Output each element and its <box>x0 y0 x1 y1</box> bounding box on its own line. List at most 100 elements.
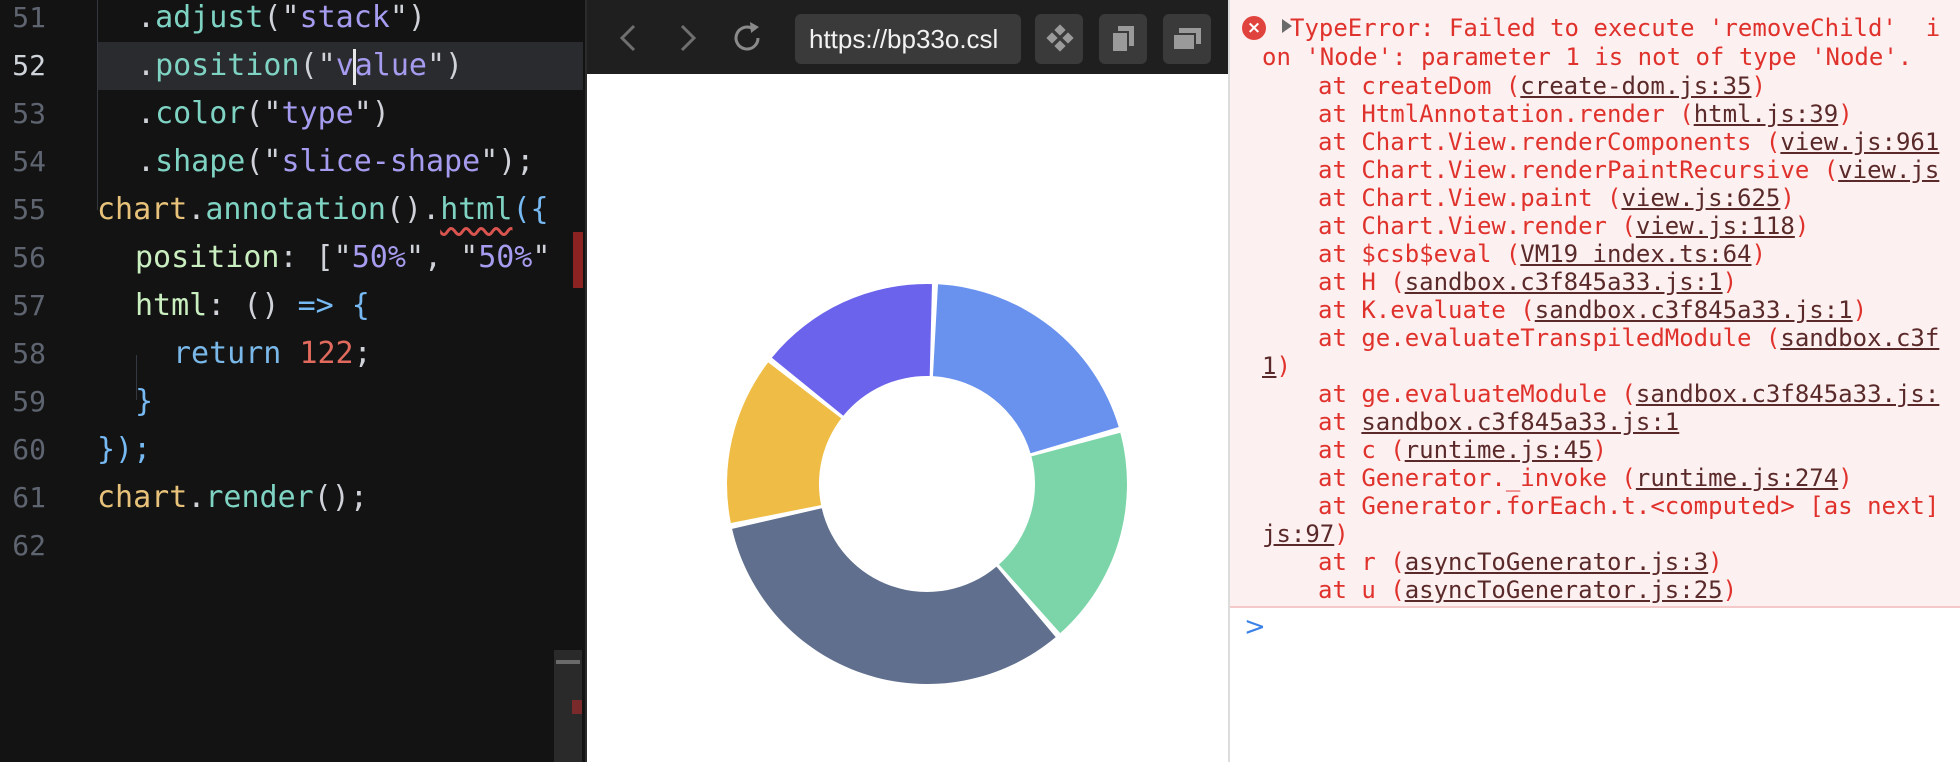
line-number: 52 <box>12 49 46 82</box>
stack-frame-text: ) <box>1708 548 1723 576</box>
code-token: 50% <box>478 240 533 275</box>
codesandbox-button[interactable] <box>1035 14 1083 64</box>
stack-frame-link[interactable]: sandbox.c3f845a33.js:1 <box>1361 408 1679 436</box>
console-panel: × TypeError: Failed to execute 'removeCh… <box>1228 0 1960 762</box>
code-token: " <box>532 240 551 275</box>
stack-frame-text: at <box>1318 408 1362 436</box>
back-button[interactable] <box>609 18 649 58</box>
code-token: . <box>137 48 156 83</box>
code-token: stack <box>299 0 390 35</box>
scrollbar-thumb[interactable] <box>556 660 580 664</box>
stack-frame: 1) <box>1262 352 1291 380</box>
stack-frame-link[interactable]: asyncToGenerator.js:25 <box>1405 576 1723 604</box>
donut-slice[interactable] <box>732 508 1056 684</box>
code-token: shape <box>155 144 246 179</box>
new-window-button[interactable] <box>1163 14 1211 64</box>
code-editor[interactable]: 51 52 53 54 55 56 57 58 59 60 61 62 .adjust("stack"… <box>0 0 585 762</box>
stack-frame: at H (sandbox.c3f845a33.js:1) <box>1318 268 1737 296</box>
stack-frame-link[interactable]: sandbox.c3f845a33.js:1 <box>1405 268 1723 296</box>
stack-frame-text: at Chart.View.render ( <box>1318 212 1636 240</box>
reload-button[interactable] <box>727 18 767 58</box>
stack-frame-link[interactable]: runtime.js:45 <box>1405 436 1593 464</box>
stack-frame-text: ) <box>1276 352 1291 380</box>
scrollbar-error-mark <box>572 700 582 714</box>
stack-frame: at Chart.View.renderComponents (view.js:… <box>1318 128 1939 156</box>
line-number: 59 <box>12 385 46 418</box>
address-bar[interactable]: https://bp33o.csl <box>795 14 1021 64</box>
stack-frame: at Chart.View.render (view.js:118) <box>1318 212 1809 240</box>
code-line-56[interactable]: position: ["50%", "50%" <box>135 234 550 282</box>
code-line-51[interactable]: .adjust("stack") <box>137 0 426 42</box>
code-token: ", " <box>405 240 479 275</box>
stack-frame-link[interactable]: sandbox.c3f845a33.js: <box>1636 380 1939 408</box>
stack-frame: at $csb$eval (VM19 index.ts:64) <box>1318 240 1766 268</box>
code-token: v <box>335 48 354 83</box>
stack-frame-text: ) <box>1794 212 1810 240</box>
stack-frame-link[interactable]: js:97 <box>1262 520 1334 548</box>
code-line-60[interactable]: }); <box>97 426 151 474</box>
code-line-53[interactable]: .color("type") <box>137 90 390 138</box>
code-token: color <box>155 96 246 131</box>
error-line-marker <box>573 232 583 288</box>
code-line-59[interactable]: } <box>135 378 153 426</box>
stack-frame: at u (asyncToGenerator.js:25) <box>1318 576 1737 604</box>
stack-frame-text: at HtmlAnnotation.render ( <box>1318 100 1694 128</box>
stack-frame-link[interactable]: view.js:118 <box>1636 212 1795 240</box>
code-token: ({ <box>512 192 549 227</box>
preview-browser: https://bp33o.csl <box>585 0 1230 762</box>
code-token: 50% <box>351 240 406 275</box>
stack-frame-link[interactable]: 1 <box>1262 352 1276 380</box>
stack-frame-link[interactable]: html.js:39 <box>1694 100 1839 128</box>
code-token: ") <box>427 48 464 83</box>
line-number-gutter: 51 52 53 54 55 56 57 58 59 60 61 62 <box>0 0 85 762</box>
code-token: (" <box>263 0 300 35</box>
stack-frame-text: ) <box>1751 72 1766 100</box>
stack-frame-text: at Chart.View.paint ( <box>1318 184 1622 212</box>
stack-frame: at Chart.View.paint (view.js:625) <box>1318 184 1795 212</box>
stack-frame-text: at ge.evaluateTranspiledModule ( <box>1318 324 1781 352</box>
stack-frame-link[interactable]: runtime.js:274 <box>1636 464 1838 492</box>
error-text-span: on 'Node': parameter 1 is not of type 'N… <box>1262 43 1913 71</box>
code-token: render <box>205 480 314 515</box>
code-token: }); <box>97 432 152 467</box>
stack-frame-link[interactable]: view.js:625 <box>1621 184 1780 212</box>
code-line-61[interactable]: chart.render(); <box>97 474 368 522</box>
code-line-54[interactable]: .shape("slice-shape"); <box>137 138 534 186</box>
stack-frame-link[interactable]: asyncToGenerator.js:3 <box>1405 548 1708 576</box>
stack-frame-link[interactable]: VM19 index.ts:64 <box>1520 240 1751 268</box>
chevron-left-icon <box>619 24 636 52</box>
stack-frame-link[interactable]: sandbox.c3f845a33.js:1 <box>1535 296 1853 324</box>
code-token: (" <box>245 144 282 179</box>
stack-frame-link[interactable]: view.js <box>1838 156 1939 184</box>
chart-canvas <box>587 74 1230 762</box>
stack-frame-link[interactable]: sandbox.c3f <box>1780 324 1939 352</box>
code-line-58[interactable]: return 122; <box>173 330 372 378</box>
code-token: chart <box>97 192 188 227</box>
code-line-52[interactable]: .position("value") <box>137 42 463 90</box>
stack-frame: at r (asyncToGenerator.js:3) <box>1318 548 1723 576</box>
forward-button[interactable] <box>667 18 707 58</box>
browser-toolbar: https://bp33o.csl <box>587 0 1230 74</box>
error-text: TypeError: Failed to execute 'removeChil… <box>1290 14 1940 42</box>
stack-frame-text: at c ( <box>1318 436 1405 464</box>
stack-frame-text: ) <box>1838 100 1853 128</box>
console-prompt[interactable]: > <box>1244 612 1266 642</box>
stack-frame-text: at Chart.View.renderComponents ( <box>1318 128 1781 156</box>
code-token: : [" <box>279 240 352 275</box>
code-token: (" <box>245 96 282 131</box>
stack-frame-link[interactable]: view.js:961 <box>1780 128 1939 156</box>
code-token: "); <box>480 144 535 179</box>
stack-frame: js:97) <box>1262 520 1349 548</box>
window-icon <box>1172 28 1201 51</box>
code-token: slice-shape <box>281 144 481 179</box>
code-line-57[interactable]: html: () => { <box>135 282 370 330</box>
stack-frame-text: at Generator.forEach.t.<computed> [as ne… <box>1318 492 1954 520</box>
error-text: on 'Node': parameter 1 is not of type 'N… <box>1262 43 1912 71</box>
stack-frame-text: at Chart.View.renderPaintRecursive ( <box>1318 156 1839 184</box>
copy-button[interactable] <box>1099 14 1147 64</box>
stack-frame-link[interactable]: create-dom.js:35 <box>1520 72 1751 100</box>
code-token: . <box>422 192 441 227</box>
donut-slice[interactable] <box>932 284 1119 454</box>
line-number: 53 <box>12 97 46 130</box>
code-line-55[interactable]: chart.annotation().html({ <box>97 186 549 234</box>
